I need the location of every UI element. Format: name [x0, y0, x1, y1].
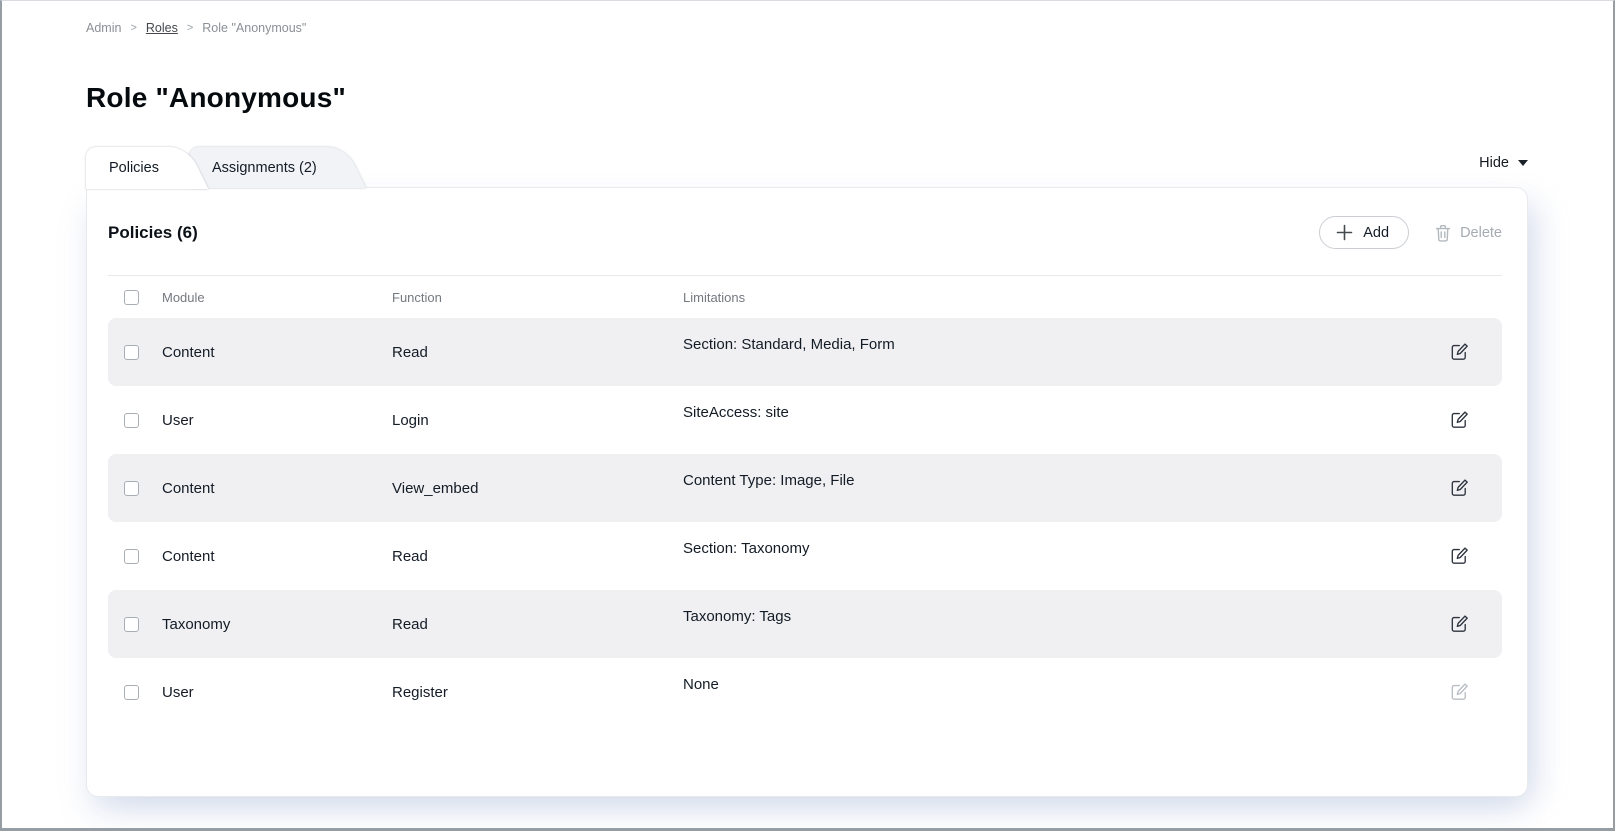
- table-row: User Register None: [108, 658, 1502, 726]
- breadcrumb-separator: >: [130, 22, 136, 34]
- edit-policy-button[interactable]: [1447, 680, 1471, 704]
- cell-function: View_embed: [392, 480, 683, 497]
- cell-module: Taxonomy: [162, 616, 392, 633]
- edit-pencil-square-icon: [1449, 342, 1469, 362]
- page-title: Role "Anonymous": [86, 82, 1613, 114]
- tab-policies[interactable]: Policies: [86, 147, 171, 189]
- column-header-function: Function: [392, 290, 683, 305]
- breadcrumb: Admin > Roles > Role "Anonymous": [2, 1, 1613, 35]
- edit-policy-button[interactable]: [1447, 544, 1471, 568]
- cell-limitations: Content Type: Image, File: [683, 472, 1416, 489]
- plus-icon: [1336, 224, 1353, 241]
- cell-module: User: [162, 684, 392, 701]
- cell-function: Read: [392, 616, 683, 633]
- cell-function: Register: [392, 684, 683, 701]
- cell-function: Read: [392, 344, 683, 361]
- tab-assignments[interactable]: Assignments (2): [189, 147, 329, 188]
- edit-pencil-square-icon: [1449, 410, 1469, 430]
- add-button-label: Add: [1363, 225, 1389, 241]
- table-body: Content Read Section: Standard, Media, F…: [108, 318, 1502, 726]
- policies-panel: Policies (6) Add: [86, 187, 1528, 797]
- add-policy-button[interactable]: Add: [1319, 216, 1409, 249]
- edit-policy-button[interactable]: [1447, 408, 1471, 432]
- row-checkbox[interactable]: [124, 685, 139, 700]
- cell-function: Read: [392, 548, 683, 565]
- tab-bar: Policies Assignments (2) Hide: [86, 147, 1528, 188]
- breadcrumb-separator: >: [187, 22, 193, 34]
- table-header: Module Function Limitations: [108, 276, 1502, 318]
- chevron-down-icon: [1518, 160, 1528, 166]
- trash-icon: [1435, 224, 1451, 242]
- cell-limitations: Section: Taxonomy: [683, 540, 1416, 557]
- cell-module: Content: [162, 548, 392, 565]
- row-checkbox[interactable]: [124, 617, 139, 632]
- cell-limitations: SiteAccess: site: [683, 404, 1416, 421]
- breadcrumb-item-admin: Admin: [86, 21, 121, 35]
- edit-pencil-square-icon: [1449, 478, 1469, 498]
- panel-header: Policies (6) Add: [108, 188, 1502, 275]
- edit-pencil-square-icon: [1449, 682, 1469, 702]
- breadcrumb-item-roles[interactable]: Roles: [146, 21, 178, 35]
- hide-toggle[interactable]: Hide: [1479, 155, 1528, 171]
- row-checkbox[interactable]: [124, 549, 139, 564]
- cell-module: User: [162, 412, 392, 429]
- panel-title: Policies (6): [108, 223, 198, 243]
- select-all-checkbox[interactable]: [124, 290, 139, 305]
- delete-policy-button[interactable]: Delete: [1435, 224, 1502, 242]
- cell-limitations: None: [683, 676, 1416, 693]
- edit-pencil-square-icon: [1449, 546, 1469, 566]
- column-header-limitations: Limitations: [683, 290, 1416, 305]
- table-row: User Login SiteAccess: site: [108, 386, 1502, 454]
- hide-toggle-label: Hide: [1479, 155, 1509, 171]
- cell-function: Login: [392, 412, 683, 429]
- edit-pencil-square-icon: [1449, 614, 1469, 634]
- breadcrumb-item-current: Role "Anonymous": [202, 21, 306, 35]
- cell-module: Content: [162, 480, 392, 497]
- table-row: Content Read Section: Standard, Media, F…: [108, 318, 1502, 386]
- admin-page: { "breadcrumb": { "separator": ">", "ite…: [0, 0, 1615, 831]
- column-header-module: Module: [162, 290, 392, 305]
- tab-label: Assignments (2): [212, 160, 317, 176]
- row-checkbox[interactable]: [124, 345, 139, 360]
- edit-policy-button[interactable]: [1447, 612, 1471, 636]
- table-row: Content Read Section: Taxonomy: [108, 522, 1502, 590]
- edit-policy-button[interactable]: [1447, 476, 1471, 500]
- table-row: Taxonomy Read Taxonomy: Tags: [108, 590, 1502, 658]
- edit-policy-button[interactable]: [1447, 340, 1471, 364]
- tab-label: Policies: [109, 160, 159, 176]
- delete-button-label: Delete: [1460, 225, 1502, 241]
- cell-limitations: Section: Standard, Media, Form: [683, 336, 1416, 353]
- panel-actions: Add Delete: [1319, 216, 1502, 249]
- table-row: Content View_embed Content Type: Image, …: [108, 454, 1502, 522]
- row-checkbox[interactable]: [124, 481, 139, 496]
- cell-module: Content: [162, 344, 392, 361]
- cell-limitations: Taxonomy: Tags: [683, 608, 1416, 625]
- row-checkbox[interactable]: [124, 413, 139, 428]
